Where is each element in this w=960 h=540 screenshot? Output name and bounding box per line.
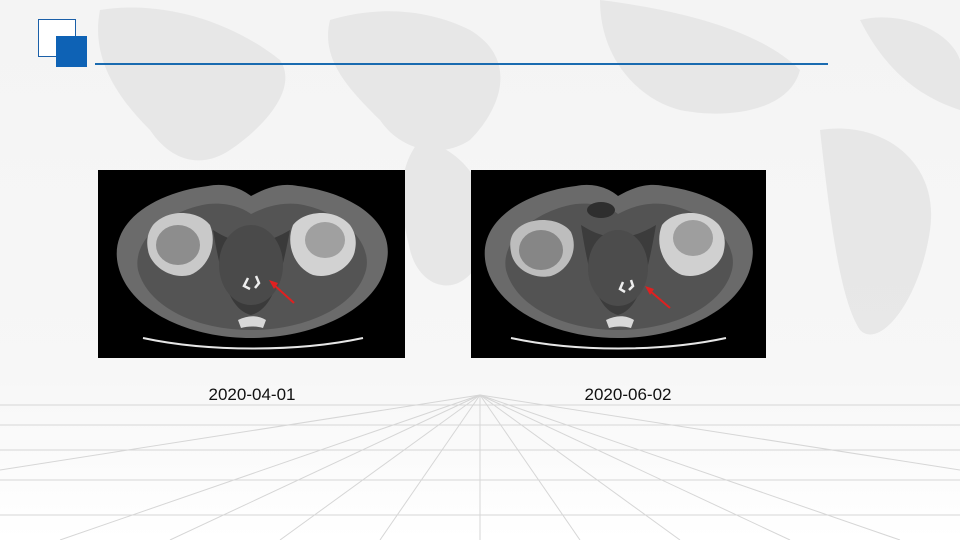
header-rule <box>95 63 828 65</box>
ct-scan-pelvis-icon <box>484 184 753 350</box>
ct-image-2 <box>471 170 766 358</box>
ct-scan-pelvis-icon <box>116 184 388 350</box>
image-caption-2: 2020-06-02 <box>584 385 672 404</box>
header-square-filled <box>56 36 87 67</box>
ct-image-1 <box>98 170 405 358</box>
image-caption-1: 2020-04-01 <box>208 385 296 404</box>
